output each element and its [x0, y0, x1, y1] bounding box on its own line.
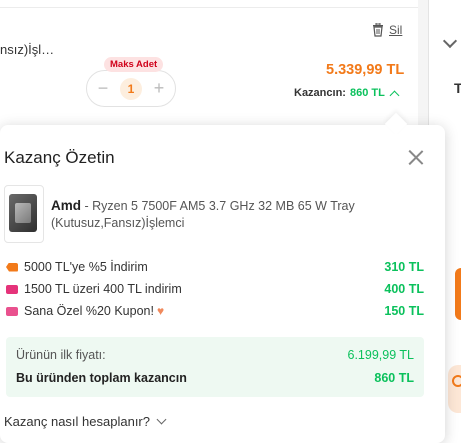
gain-label: Kazancın:: [294, 87, 346, 99]
confirm-cart-button[interactable]: [455, 268, 461, 320]
discount-label: 1500 TL üzeri 400 TL indirim: [24, 282, 182, 296]
total-gain-row: Bu üründen toplam kazancın 860 TL: [16, 371, 414, 385]
price-summary-box: Ürünün ilk fiyatı: 6.199,99 TL Bu üründe…: [6, 337, 424, 397]
popover-title: Kazanç Özetin: [4, 148, 115, 167]
delete-label: Sil: [389, 23, 403, 37]
close-icon[interactable]: [408, 149, 424, 165]
tag-icon: [6, 262, 18, 272]
popover-product-name[interactable]: Amd - Ryzen 5 7500F AM5 3.7 GHz 32 MB 65…: [51, 197, 381, 232]
how-calculated-label: Kazanç nasıl hesaplanır?: [4, 414, 150, 429]
discount-row: 1500 TL üzeri 400 TL indirim 400 TL: [6, 280, 424, 298]
discount-label: Sana Özel %20 Kupon!: [24, 304, 154, 318]
chevron-up-icon: [389, 90, 400, 100]
discount-label: 5000 TL'ye %5 İndirim: [24, 260, 148, 274]
total-gain-label: Bu üründen toplam kazancın: [16, 371, 187, 385]
order-summary-title: T: [454, 80, 461, 96]
decrease-button[interactable]: −: [95, 78, 111, 99]
trash-icon: [373, 23, 383, 37]
product-brand: Amd: [51, 198, 81, 213]
discount-row: 5000 TL'ye %5 İndirim 310 TL: [6, 258, 424, 276]
cpu-image: [9, 194, 37, 232]
product-description: - Ryzen 5 7500F AM5 3.7 GHz 32 MB 65 W T…: [51, 199, 355, 230]
gain-toggle[interactable]: Kazancın: 860 TL: [294, 87, 400, 100]
max-quantity-badge: Maks Adet: [104, 57, 164, 72]
total-gain-value: 860 TL: [374, 371, 414, 385]
heart-icon: ♥: [156, 304, 165, 318]
quantity-value: 1: [120, 77, 142, 100]
ticket-icon: [6, 284, 18, 294]
original-price-label: Ürünün ilk fiyatı:: [16, 348, 106, 362]
coupon-icon: [6, 306, 18, 316]
gain-value: 860 TL: [349, 87, 385, 99]
original-price-value: 6.199,99 TL: [347, 348, 415, 362]
discount-value: 150 TL: [384, 304, 424, 318]
product-name[interactable]: nsız)İşl…: [0, 42, 54, 57]
promo-banner[interactable]: [448, 365, 461, 413]
discount-value: 310 TL: [384, 260, 424, 274]
original-price-row: Ürünün ilk fiyatı: 6.199,99 TL: [16, 348, 414, 362]
quantity-stepper: − 1 +: [86, 70, 176, 107]
chevron-down-icon: [156, 414, 167, 425]
how-calculated-toggle[interactable]: Kazanç nasıl hesaplanır?: [4, 414, 167, 429]
divider: [0, 7, 418, 8]
discount-row: Sana Özel %20 Kupon! ♥ 150 TL: [6, 302, 424, 320]
item-price: 5.339,99 TL: [326, 62, 405, 78]
delete-button[interactable]: Sil: [372, 23, 402, 37]
increase-button[interactable]: +: [151, 78, 167, 99]
promo-icon: [452, 375, 461, 387]
discount-value: 400 TL: [384, 282, 424, 296]
